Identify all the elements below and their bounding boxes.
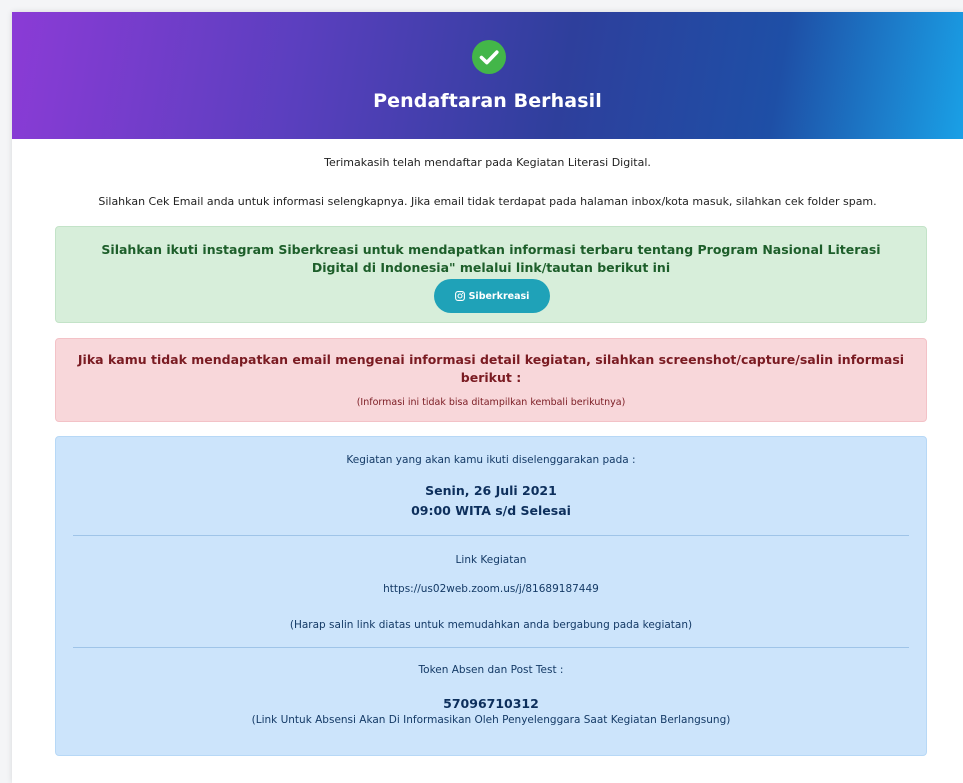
event-date: Senin, 26 Juli 2021 xyxy=(425,483,557,498)
divider xyxy=(73,647,909,648)
siberkreasi-instagram-button[interactable]: Siberkreasi xyxy=(434,279,550,313)
link-label: Link Kegiatan xyxy=(455,554,527,566)
instagram-message: Silahkan ikuti instagram Siberkreasi unt… xyxy=(101,242,881,275)
event-info-box: Kegiatan yang akan kamu ikuti diselengga… xyxy=(55,436,927,756)
warning-subtext: (Informasi ini tidak bisa ditampilkan ke… xyxy=(356,397,626,408)
page-title: Pendaftaran Berhasil xyxy=(373,90,602,112)
siberkreasi-button-label: Siberkreasi xyxy=(468,290,530,302)
warning-message: Jika kamu tidak mendapatkan email mengen… xyxy=(77,352,905,385)
link-note: (Harap salin link diatas untuk memudahka… xyxy=(289,619,693,631)
zoom-link[interactable]: https://us02web.zoom.us/j/81689187449 xyxy=(56,583,926,595)
token-label: Token Absen dan Post Test : xyxy=(418,664,564,676)
event-time: 09:00 WITA s/d Selesai xyxy=(411,503,571,518)
check-circle-icon xyxy=(472,40,506,74)
divider xyxy=(73,535,909,536)
thanks-text: Terimakasih telah mendaftar pada Kegiata… xyxy=(324,156,651,169)
token-note: (Link Untuk Absensi Akan Di Informasikan… xyxy=(251,714,731,726)
token-value: 57096710312 xyxy=(443,696,539,711)
registration-card: Pendaftaran Berhasil Terimakasih telah m… xyxy=(12,12,963,783)
email-note-text: Silahkan Cek Email anda untuk informasi … xyxy=(98,195,877,208)
success-header: Pendaftaran Berhasil xyxy=(12,12,963,139)
instagram-alert: Silahkan ikuti instagram Siberkreasi unt… xyxy=(55,226,927,323)
warning-alert: Jika kamu tidak mendapatkan email mengen… xyxy=(55,338,927,422)
schedule-label: Kegiatan yang akan kamu ikuti diselengga… xyxy=(346,454,636,466)
instagram-icon xyxy=(454,291,465,301)
